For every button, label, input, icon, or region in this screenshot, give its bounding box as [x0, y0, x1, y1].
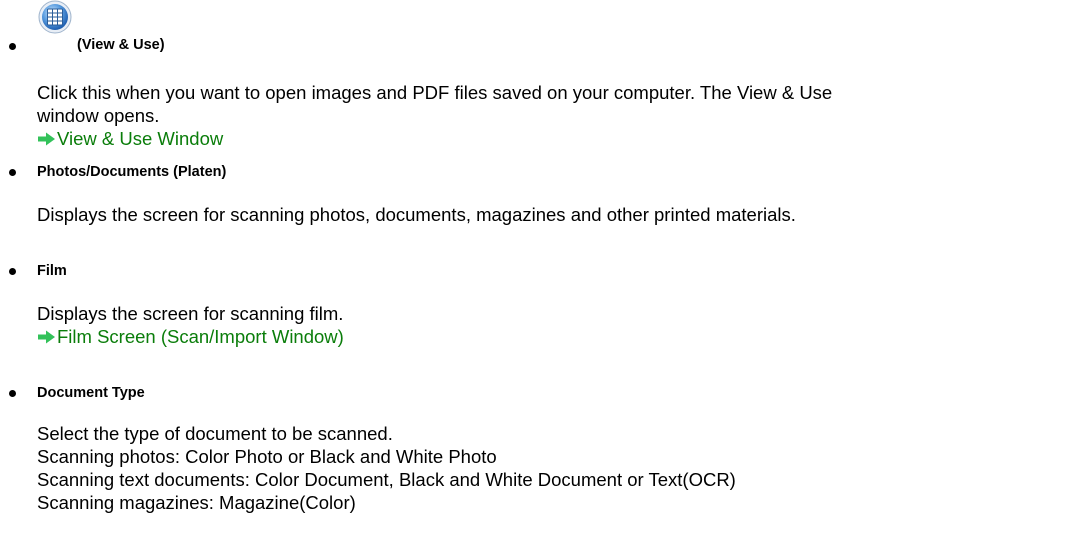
- term-photos-documents: Photos/Documents (Platen): [37, 164, 227, 180]
- description-line: window opens.: [37, 105, 160, 126]
- bullet-icon: [9, 169, 16, 176]
- description-line: Scanning text documents: Color Document,…: [37, 469, 736, 490]
- description-view-and-use: Click this when you want to open images …: [37, 81, 1077, 151]
- term-document-type: Document Type: [37, 385, 145, 401]
- term-view-and-use: (View & Use): [77, 37, 165, 53]
- description-document-type: Select the type of document to be scanne…: [37, 422, 1077, 514]
- description-line: Click this when you want to open images …: [37, 82, 833, 103]
- description-line: Scanning magazines: Magazine(Color): [37, 492, 356, 513]
- description-photos-documents: Displays the screen for scanning photos,…: [37, 203, 1077, 226]
- view-and-use-icon[interactable]: [38, 0, 72, 34]
- link-film-screen[interactable]: Film Screen (Scan/Import Window): [37, 325, 344, 348]
- term-film: Film: [37, 263, 67, 279]
- link-label[interactable]: Film Screen (Scan/Import Window): [57, 325, 344, 348]
- description-film: Displays the screen for scanning film. F…: [37, 302, 1077, 349]
- bullet-icon: [9, 43, 16, 50]
- link-view-and-use-window[interactable]: View & Use Window: [37, 127, 223, 150]
- arrow-right-icon: [38, 132, 55, 145]
- description-line: Scanning photos: Color Photo or Black an…: [37, 446, 497, 467]
- bullet-icon: [9, 268, 16, 275]
- arrow-right-icon: [38, 330, 55, 343]
- description-line: Displays the screen for scanning film.: [37, 303, 344, 324]
- link-label[interactable]: View & Use Window: [57, 127, 223, 150]
- description-line: Displays the screen for scanning photos,…: [37, 204, 796, 225]
- description-line: Select the type of document to be scanne…: [37, 423, 393, 444]
- bullet-icon: [9, 390, 16, 397]
